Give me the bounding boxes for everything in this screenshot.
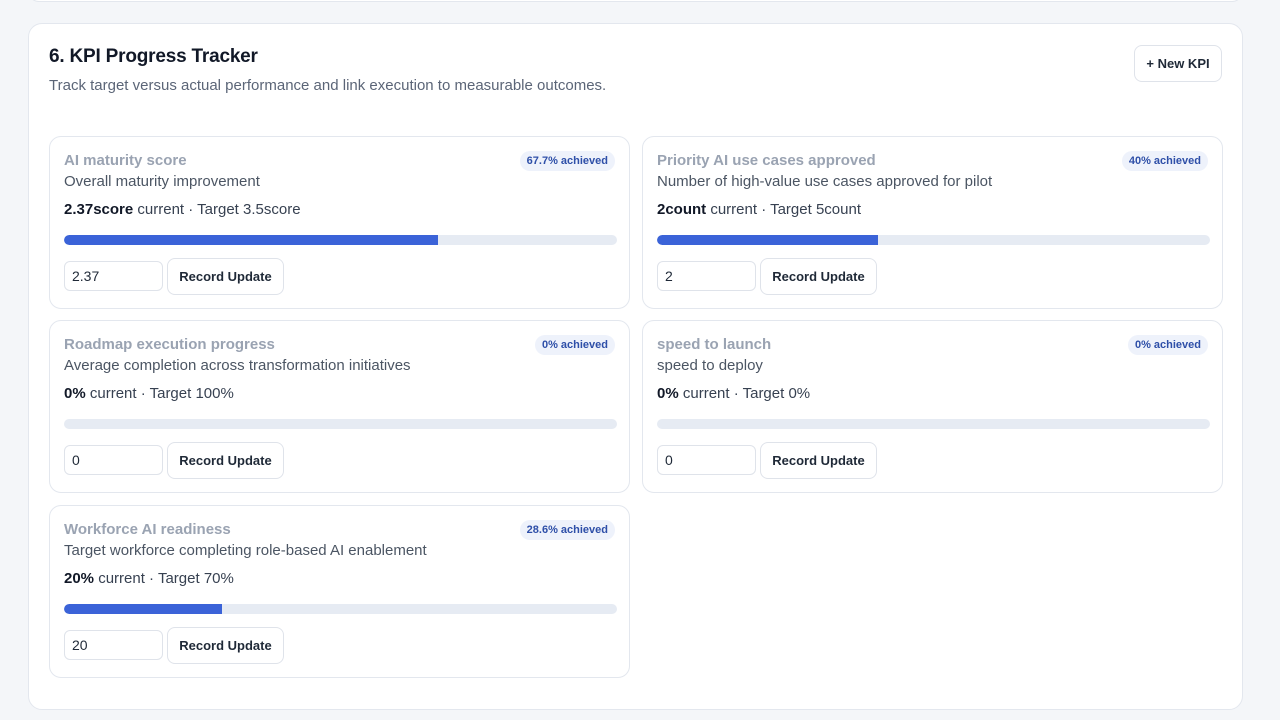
progress-bar — [657, 419, 1210, 429]
kpi-current-label: current · Target — [678, 385, 789, 402]
kpi-card-speed-to-launch: speed to launch 0% achieved speed to dep… — [642, 320, 1223, 493]
record-update-button[interactable]: Record Update — [167, 258, 284, 295]
kpi-current-label: current · Target — [706, 201, 816, 218]
kpi-card-workforce-readiness: Workforce AI readiness 28.6% achieved Ta… — [49, 505, 630, 678]
record-update-button[interactable]: Record Update — [167, 442, 284, 479]
progress-bar — [64, 419, 617, 429]
kpi-card-roadmap-execution: Roadmap execution progress 0% achieved A… — [49, 320, 630, 493]
kpi-description: Number of high-value use cases approved … — [657, 173, 993, 190]
progress-fill — [64, 235, 439, 245]
kpi-value-input[interactable] — [657, 261, 756, 291]
kpi-target: 5count — [815, 201, 861, 218]
kpi-target: 0% — [788, 385, 811, 402]
section-title: 6. KPI Progress Tracker — [49, 46, 258, 67]
new-kpi-button[interactable]: + New KPI — [1134, 45, 1222, 82]
kpi-target: 100% — [195, 385, 234, 402]
kpi-target: 70% — [203, 570, 234, 587]
kpi-description: Target workforce completing role-based A… — [64, 542, 427, 559]
kpi-current: 2count — [657, 201, 707, 218]
record-update-button[interactable]: Record Update — [760, 258, 877, 295]
kpi-values: 2.37score current · Target 3.5score — [64, 201, 301, 218]
kpi-name: Roadmap execution progress — [64, 336, 275, 353]
kpi-values: 0% current · Target 100% — [64, 385, 234, 402]
kpi-target: 3.5score — [243, 201, 301, 218]
kpi-card-priority-use-cases: Priority AI use cases approved 40% achie… — [642, 136, 1223, 309]
progress-fill — [64, 604, 223, 614]
achieved-badge: 0% achieved — [534, 335, 615, 355]
record-update-button[interactable]: Record Update — [167, 627, 284, 664]
achieved-badge: 28.6% achieved — [519, 520, 615, 540]
kpi-value-input[interactable] — [64, 445, 163, 475]
kpi-current: 0% — [657, 385, 679, 402]
achieved-badge: 40% achieved — [1121, 151, 1208, 171]
kpi-current-label: current · Target — [94, 570, 204, 587]
kpi-value-input[interactable] — [64, 630, 163, 660]
kpi-card-ai-maturity: AI maturity score 67.7% achieved Overall… — [49, 136, 630, 309]
kpi-current: 0% — [64, 385, 86, 402]
kpi-description: Average completion across transformation… — [64, 357, 411, 374]
achieved-badge: 0% achieved — [1127, 335, 1208, 355]
section-subtitle: Track target versus actual performance a… — [49, 77, 607, 94]
kpi-value-input[interactable] — [657, 445, 756, 475]
kpi-current-label: current · Target — [133, 201, 244, 218]
kpi-name: Priority AI use cases approved — [657, 152, 876, 169]
progress-bar — [64, 235, 617, 245]
kpi-values: 0% current · Target 0% — [657, 385, 810, 402]
kpi-description: Overall maturity improvement — [64, 173, 260, 190]
progress-bar — [657, 235, 1210, 245]
kpi-description: speed to deploy — [657, 357, 763, 374]
progress-fill — [657, 235, 879, 245]
kpi-current-label: current · Target — [85, 385, 196, 402]
kpi-name: speed to launch — [657, 336, 772, 353]
kpi-values: 2count current · Target 5count — [657, 201, 861, 218]
kpi-current: 2.37score — [64, 201, 134, 218]
kpi-current: 20% — [64, 570, 95, 587]
kpi-name: Workforce AI readiness — [64, 521, 231, 538]
record-update-button[interactable]: Record Update — [760, 442, 877, 479]
kpi-values: 20% current · Target 70% — [64, 570, 234, 587]
achieved-badge: 67.7% achieved — [519, 151, 615, 171]
kpi-name: AI maturity score — [64, 152, 187, 169]
kpi-value-input[interactable] — [64, 261, 163, 291]
previous-section-card — [28, 0, 1243, 2]
kpi-tracker-panel: 6. KPI Progress Tracker Track target ver… — [28, 23, 1243, 710]
progress-bar — [64, 604, 617, 614]
